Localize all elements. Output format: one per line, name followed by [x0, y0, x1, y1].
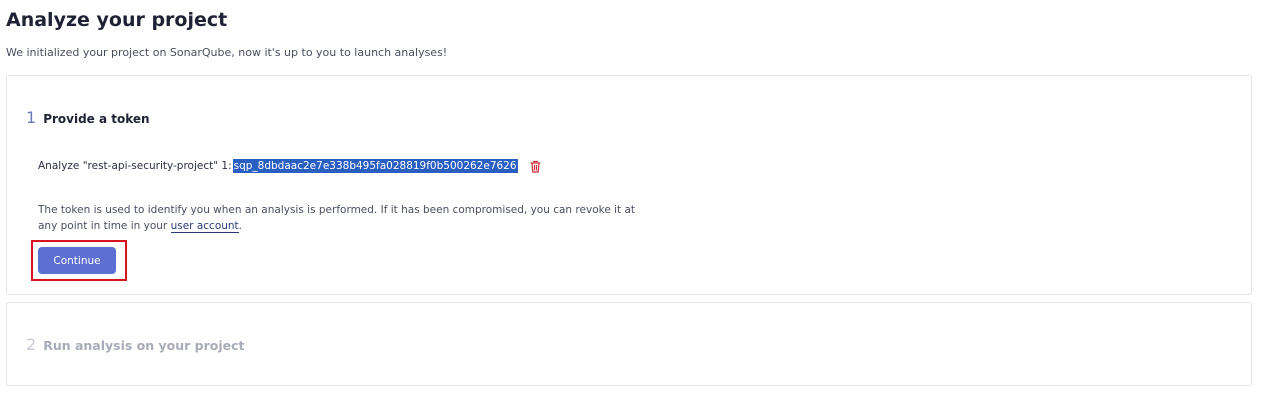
- token-help-text: The token is used to identify you when a…: [38, 202, 638, 234]
- step-1-title: Provide a token: [43, 112, 150, 126]
- help-text-after: .: [238, 220, 243, 232]
- trash-icon[interactable]: [529, 159, 543, 173]
- user-account-link[interactable]: user account: [170, 220, 239, 233]
- page-title: Analyze your project: [6, 9, 228, 31]
- step-2-card: 2 Run analysis on your project: [6, 302, 1252, 386]
- step-1-number: 1: [26, 108, 37, 127]
- token-label: Analyze "rest-api-security-project" 1:: [38, 160, 232, 172]
- step-1-card: 1 Provide a token Analyze "rest-api-secu…: [6, 75, 1252, 295]
- token-value[interactable]: sqp_8dbdaac2e7e338b495fa028819f0b500262e…: [232, 159, 518, 173]
- help-text-before: The token is used to identify you when a…: [38, 204, 636, 232]
- continue-button[interactable]: Continue: [38, 247, 116, 274]
- page-subtitle: We initialized your project on SonarQube…: [6, 46, 448, 59]
- step-2-title: Run analysis on your project: [43, 338, 245, 353]
- step-2-header: 2 Run analysis on your project: [26, 335, 245, 354]
- step-1-header: 1 Provide a token: [26, 108, 150, 127]
- step-2-number: 2: [26, 335, 37, 354]
- token-row: Analyze "rest-api-security-project" 1: s…: [38, 159, 543, 173]
